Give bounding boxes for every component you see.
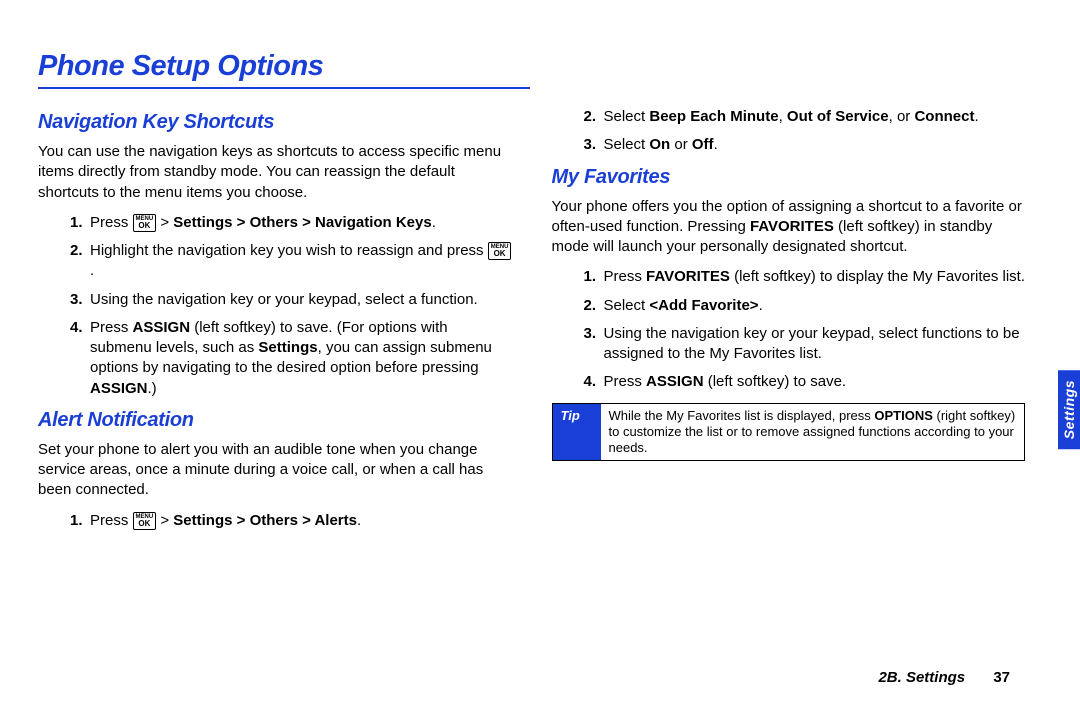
footer-section: 2B. Settings	[878, 669, 965, 686]
tip-label: Tip	[553, 404, 601, 461]
fav-blurb: Your phone offers you the option of assi…	[552, 197, 1026, 258]
footer-page-number: 37	[993, 669, 1010, 686]
fav-step-4: 4. Press ASSIGN (left softkey) to save.	[584, 372, 1026, 392]
alert-step-1: 1. Press MENUOK > Settings > Others > Al…	[70, 511, 512, 531]
nav-step-1: 1. Press MENUOK > Settings > Others > Na…	[70, 213, 512, 233]
menu-ok-icon: MENUOK	[133, 512, 157, 530]
nav-step-3: 3. Using the navigation key or your keyp…	[70, 290, 512, 310]
nav-step-4: 4. Press ASSIGN (left softkey) to save. …	[70, 318, 512, 399]
fav-step-3: 3. Using the navigation key or your keyp…	[584, 324, 1026, 365]
alert-blurb: Set your phone to alert you with an audi…	[38, 440, 512, 501]
tip-box: Tip While the My Favorites list is displ…	[552, 403, 1026, 462]
alert-step-3: 3. Select On or Off.	[584, 135, 1026, 155]
title-rule	[38, 87, 530, 89]
fav-step-2: 2. Select <Add Favorite>.	[584, 296, 1026, 316]
right-column: 2. Select Beep Each Minute, Out of Servi…	[552, 101, 1026, 680]
left-column: Navigation Key Shortcuts You can use the…	[38, 101, 512, 680]
nav-step-2: 2. Highlight the navigation key you wish…	[70, 241, 512, 282]
side-tab-settings: Settings	[1058, 370, 1080, 449]
heading-favorites: My Favorites	[552, 164, 1026, 191]
nav-blurb: You can use the navigation keys as short…	[38, 142, 512, 203]
heading-alert: Alert Notification	[38, 407, 512, 434]
tip-text: While the My Favorites list is displayed…	[601, 404, 1025, 461]
fav-step-1: 1. Press FAVORITES (left softkey) to dis…	[584, 267, 1026, 287]
menu-ok-icon: MENUOK	[133, 214, 157, 232]
page-title: Phone Setup Options	[38, 50, 1025, 83]
menu-ok-icon: MENUOK	[488, 242, 512, 260]
alert-step-2: 2. Select Beep Each Minute, Out of Servi…	[584, 107, 1026, 127]
page-footer: 2B. Settings 37	[878, 669, 1010, 686]
heading-nav-shortcuts: Navigation Key Shortcuts	[38, 109, 512, 136]
